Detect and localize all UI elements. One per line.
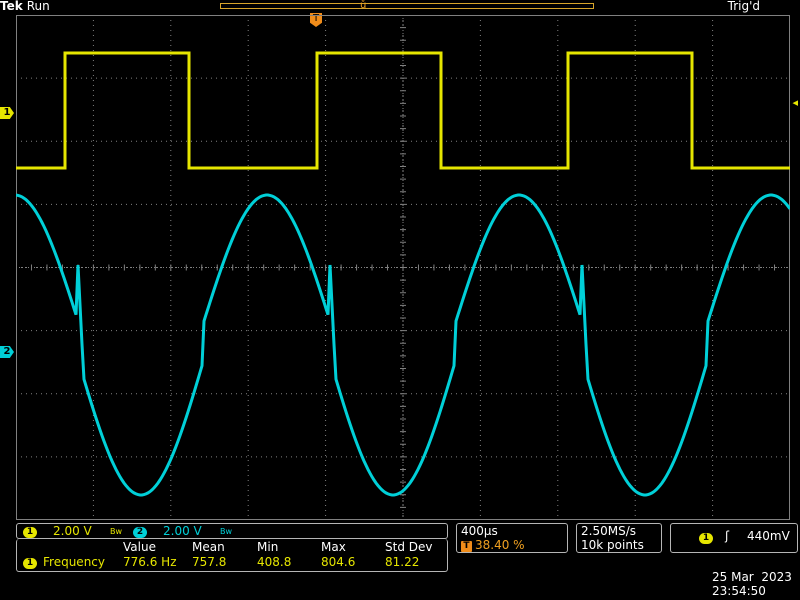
ch2-bandwidth-limit: Bw [220, 527, 233, 536]
ch1-scale[interactable]: 2.00 V [53, 524, 92, 538]
meas-header-stddev: Std Dev [385, 540, 433, 554]
meas-min: 408.8 [257, 555, 292, 569]
trigger-level[interactable]: 440mV [747, 529, 790, 543]
brand-label: Tek Run [0, 0, 50, 13]
ch2-ground-marker[interactable]: 2 [0, 346, 14, 358]
trigger-status: Trig'd [727, 0, 760, 13]
meas-value: 776.6 Hz [123, 555, 177, 569]
acquisition-settings[interactable]: 2.50MS/s 10k points [576, 523, 662, 553]
trigger-settings[interactable]: 1 ʃ 440mV [670, 523, 798, 553]
meas-mean: 757.8 [192, 555, 227, 569]
date-time: 25 Mar 2023 23:54:50 [708, 570, 800, 600]
trigger-source-badge: 1 [699, 531, 713, 545]
ch2-scale[interactable]: 2.00 V [163, 524, 202, 538]
time: 23:54:50 [712, 584, 766, 598]
meas-header-mean: Mean [192, 540, 225, 554]
meas-max: 804.6 [321, 555, 356, 569]
meas-channel-badge: 1 [23, 556, 37, 570]
measurement-panel[interactable]: Value Mean Min Max Std Dev 1 Frequency 7… [16, 539, 448, 572]
waveform-display[interactable] [16, 15, 790, 520]
brand-name: Tek [0, 0, 23, 13]
rising-edge-icon: ʃ [725, 529, 730, 543]
record-position-icon: ǔ [360, 0, 367, 11]
graticule-grid [16, 15, 790, 520]
trigger-position-icon: T [461, 539, 472, 553]
ch2-badge[interactable]: 2 [133, 525, 147, 539]
trigger-level-arrow-icon[interactable]: ◂ [792, 96, 798, 109]
time-scale[interactable]: 400µs [461, 524, 498, 538]
record-view-bar[interactable] [220, 3, 594, 9]
sample-rate: 2.50MS/s [581, 524, 636, 538]
date: 25 Mar 2023 [712, 570, 792, 584]
meas-header-min: Min [257, 540, 279, 554]
channel-settings-bar: 1 2.00 V Bw 2 2.00 V Bw [16, 523, 448, 539]
record-length: 10k points [581, 538, 644, 552]
ch1-ground-marker[interactable]: 1 [0, 107, 14, 119]
meas-header-max: Max [321, 540, 346, 554]
acquisition-state[interactable]: Run [27, 0, 50, 13]
horizontal-settings[interactable]: 400µs T 38.40 % [456, 523, 568, 553]
meas-stddev: 81.22 [385, 555, 420, 569]
status-bar: Tek Run ǔ Trig'd [0, 0, 800, 14]
ch1-badge[interactable]: 1 [23, 525, 37, 539]
meas-name: Frequency [43, 555, 105, 569]
ch1-bandwidth-limit: Bw [110, 527, 123, 536]
trigger-position-percent[interactable]: 38.40 % [475, 538, 525, 552]
meas-header-value: Value [123, 540, 156, 554]
